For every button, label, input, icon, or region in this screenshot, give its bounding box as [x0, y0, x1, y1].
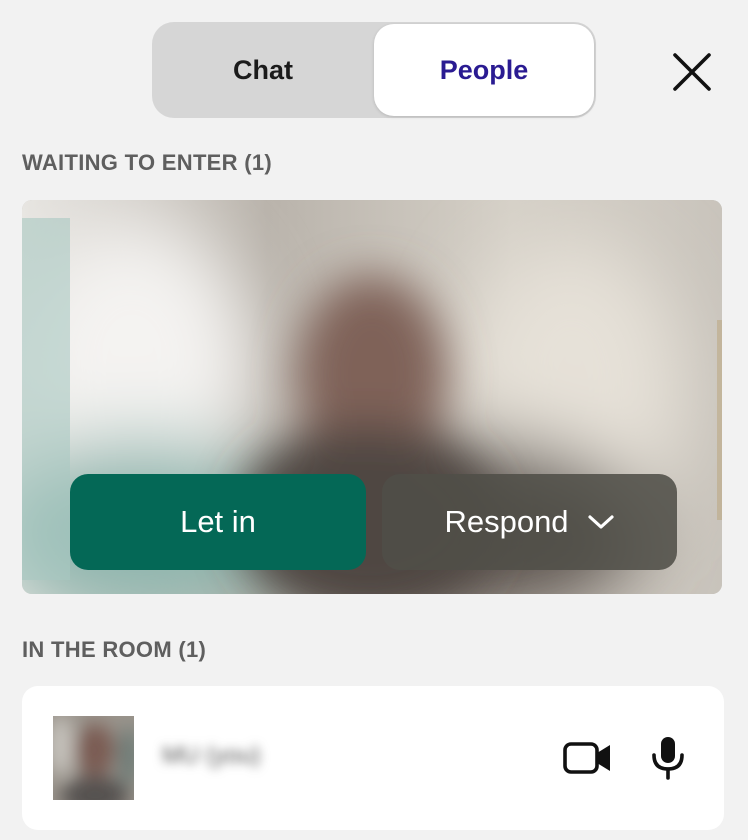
respond-label: Respond — [444, 504, 569, 539]
participant-row: MU (you) — [22, 686, 724, 830]
close-icon — [673, 53, 711, 91]
avatar — [53, 716, 134, 800]
video-camera-icon — [563, 742, 610, 774]
waiting-heading: WAITING TO ENTER (1) — [22, 150, 273, 175]
chevron-down-icon — [587, 515, 614, 529]
let-in-button[interactable]: Let in — [70, 474, 366, 570]
tab-chat[interactable]: Chat — [152, 22, 374, 118]
microphone-icon — [652, 737, 684, 780]
tab-people[interactable]: People — [374, 24, 594, 116]
close-button[interactable] — [664, 44, 720, 100]
in-room-heading: IN THE ROOM (1) — [22, 637, 207, 662]
microphone-button[interactable] — [644, 732, 692, 784]
let-in-label: Let in — [180, 504, 256, 539]
participant-name: MU (you) — [162, 742, 261, 769]
people-panel: Chat People WAITING TO ENTER (1) Let in … — [0, 0, 748, 840]
chat-people-toggle: Chat People — [152, 22, 596, 118]
respond-button[interactable]: Respond — [382, 474, 677, 570]
camera-button[interactable] — [560, 736, 616, 780]
